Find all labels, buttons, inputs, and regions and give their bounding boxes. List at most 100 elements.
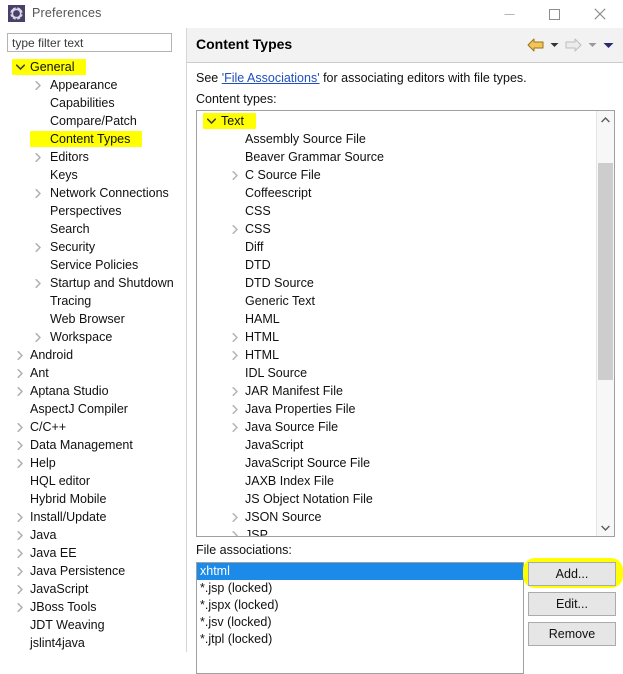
content-type-row[interactable]: JS Object Notation File — [197, 490, 597, 508]
chevron-right-icon[interactable] — [14, 544, 26, 562]
chevron-right-icon[interactable] — [14, 508, 26, 526]
chevron-right-icon[interactable] — [229, 418, 241, 436]
chevron-right-icon[interactable] — [14, 454, 26, 472]
file-association-row[interactable]: *.jtpl (locked) — [197, 631, 523, 648]
sidebar-item-network-connections[interactable]: Network Connections — [0, 184, 186, 202]
chevron-right-icon[interactable] — [32, 238, 44, 256]
scroll-down-icon[interactable] — [597, 519, 614, 536]
sidebar-item-ant[interactable]: Ant — [0, 364, 186, 382]
content-type-row[interactable]: JSP — [197, 526, 597, 536]
content-type-row[interactable]: JavaScript — [197, 436, 597, 454]
sidebar-item-web-browser[interactable]: Web Browser — [0, 310, 186, 328]
content-type-row[interactable]: CSS — [197, 220, 597, 238]
content-types-scrollbar[interactable] — [596, 111, 614, 536]
chevron-right-icon[interactable] — [14, 526, 26, 544]
sidebar-item-security[interactable]: Security — [0, 238, 186, 256]
content-type-row[interactable]: Java Source File — [197, 418, 597, 436]
chevron-right-icon[interactable] — [32, 184, 44, 202]
sidebar-item-android[interactable]: Android — [0, 346, 186, 364]
sidebar-item-startup-and-shutdown[interactable]: Startup and Shutdown — [0, 274, 186, 292]
sidebar-item-content-types[interactable]: Content Types — [0, 130, 186, 148]
chevron-down-icon[interactable] — [205, 112, 217, 130]
content-type-row[interactable]: Assembly Source File — [197, 130, 597, 148]
content-type-row[interactable]: HTML — [197, 346, 597, 364]
chevron-right-icon[interactable] — [229, 508, 241, 526]
sidebar-item-javascript[interactable]: JavaScript — [0, 580, 186, 598]
file-associations-link[interactable]: 'File Associations' — [222, 71, 320, 85]
chevron-right-icon[interactable] — [32, 76, 44, 94]
sidebar-item-hql-editor[interactable]: HQL editor — [0, 472, 186, 490]
content-type-row[interactable]: HAML — [197, 310, 597, 328]
sidebar-item-data-management[interactable]: Data Management — [0, 436, 186, 454]
chevron-right-icon[interactable] — [229, 400, 241, 418]
sidebar-item-workspace[interactable]: Workspace — [0, 328, 186, 346]
sidebar-item-help[interactable]: Help — [0, 454, 186, 472]
sidebar-item-jboss-tools[interactable]: JBoss Tools — [0, 598, 186, 616]
chevron-right-icon[interactable] — [14, 364, 26, 382]
content-type-row[interactable]: Text — [197, 112, 597, 130]
sidebar-item-capabilities[interactable]: Capabilities — [0, 94, 186, 112]
sidebar-item-appearance[interactable]: Appearance — [0, 76, 186, 94]
content-type-row[interactable]: DTD — [197, 256, 597, 274]
sidebar-item-keys[interactable]: Keys — [0, 166, 186, 184]
content-type-row[interactable]: IDL Source — [197, 364, 597, 382]
filter-input[interactable] — [7, 33, 172, 52]
sidebar-item-editors[interactable]: Editors — [0, 148, 186, 166]
minimize-button[interactable] — [487, 0, 532, 28]
chevron-right-icon[interactable] — [14, 346, 26, 364]
content-type-row[interactable]: JavaScript Source File — [197, 454, 597, 472]
chevron-right-icon[interactable] — [14, 580, 26, 598]
content-types-listbox[interactable]: Text Assembly Source File Beaver Grammar S… — [196, 110, 615, 537]
chevron-right-icon[interactable] — [32, 274, 44, 292]
chevron-right-icon[interactable] — [229, 346, 241, 364]
content-types-tree[interactable]: Text Assembly Source File Beaver Grammar S… — [197, 112, 597, 536]
content-type-row[interactable]: JAXB Index File — [197, 472, 597, 490]
file-associations-listbox[interactable]: xhtml *.jsp (locked) *.jspx (locked) *.jsv … — [196, 562, 524, 674]
sidebar-item-jdt-weaving[interactable]: JDT Weaving — [0, 616, 186, 634]
sidebar-item-compare-patch[interactable]: Compare/Patch — [0, 112, 186, 130]
sidebar-item-java[interactable]: Java — [0, 526, 186, 544]
sidebar-item-tracing[interactable]: Tracing — [0, 292, 186, 310]
content-type-row[interactable]: Diff — [197, 238, 597, 256]
chevron-right-icon[interactable] — [229, 166, 241, 184]
back-arrow-icon[interactable] — [526, 36, 545, 54]
scrollbar-thumb[interactable] — [598, 163, 613, 380]
chevron-right-icon[interactable] — [14, 562, 26, 580]
chevron-right-icon[interactable] — [14, 382, 26, 400]
content-type-row[interactable]: HTML — [197, 328, 597, 346]
file-association-row[interactable]: xhtml — [197, 563, 523, 580]
add-button[interactable]: Add... — [528, 562, 616, 586]
content-type-row[interactable]: DTD Source — [197, 274, 597, 292]
sidebar-item-perspectives[interactable]: Perspectives — [0, 202, 186, 220]
sidebar-item-general[interactable]: General — [0, 58, 186, 76]
preferences-tree[interactable]: General Appearance Capabilities Compare/Pat… — [0, 58, 186, 652]
file-association-row[interactable]: *.jsv (locked) — [197, 614, 523, 631]
sidebar-item-java-ee[interactable]: Java EE — [0, 544, 186, 562]
sidebar-item-aspectj-compiler[interactable]: AspectJ Compiler — [0, 400, 186, 418]
chevron-right-icon[interactable] — [229, 526, 241, 536]
content-type-row[interactable]: CSS — [197, 202, 597, 220]
back-menu-chevron-down-icon[interactable] — [548, 36, 561, 54]
edit-button[interactable]: Edit... — [528, 592, 616, 616]
chevron-right-icon[interactable] — [229, 220, 241, 238]
scroll-up-icon[interactable] — [597, 111, 614, 128]
sidebar-item-java-persistence[interactable]: Java Persistence — [0, 562, 186, 580]
chevron-right-icon[interactable] — [229, 382, 241, 400]
content-type-row[interactable]: Java Properties File — [197, 400, 597, 418]
chevron-down-icon[interactable] — [14, 58, 26, 76]
content-type-row[interactable]: Generic Text — [197, 292, 597, 310]
sidebar-item-hybrid-mobile[interactable]: Hybrid Mobile — [0, 490, 186, 508]
sidebar-item-aptana-studio[interactable]: Aptana Studio — [0, 382, 186, 400]
file-association-row[interactable]: *.jspx (locked) — [197, 597, 523, 614]
content-type-row[interactable]: JSON Source — [197, 508, 597, 526]
chevron-right-icon[interactable] — [14, 418, 26, 436]
content-type-row[interactable]: Beaver Grammar Source — [197, 148, 597, 166]
sidebar-item-c-c[interactable]: C/C++ — [0, 418, 186, 436]
sidebar-item-jslint4java[interactable]: jslint4java — [0, 634, 186, 652]
content-type-row[interactable]: C Source File — [197, 166, 597, 184]
close-button[interactable] — [577, 0, 622, 28]
sidebar-item-search[interactable]: Search — [0, 220, 186, 238]
chevron-right-icon[interactable] — [14, 598, 26, 616]
sidebar-item-install-update[interactable]: Install/Update — [0, 508, 186, 526]
chevron-right-icon[interactable] — [229, 328, 241, 346]
